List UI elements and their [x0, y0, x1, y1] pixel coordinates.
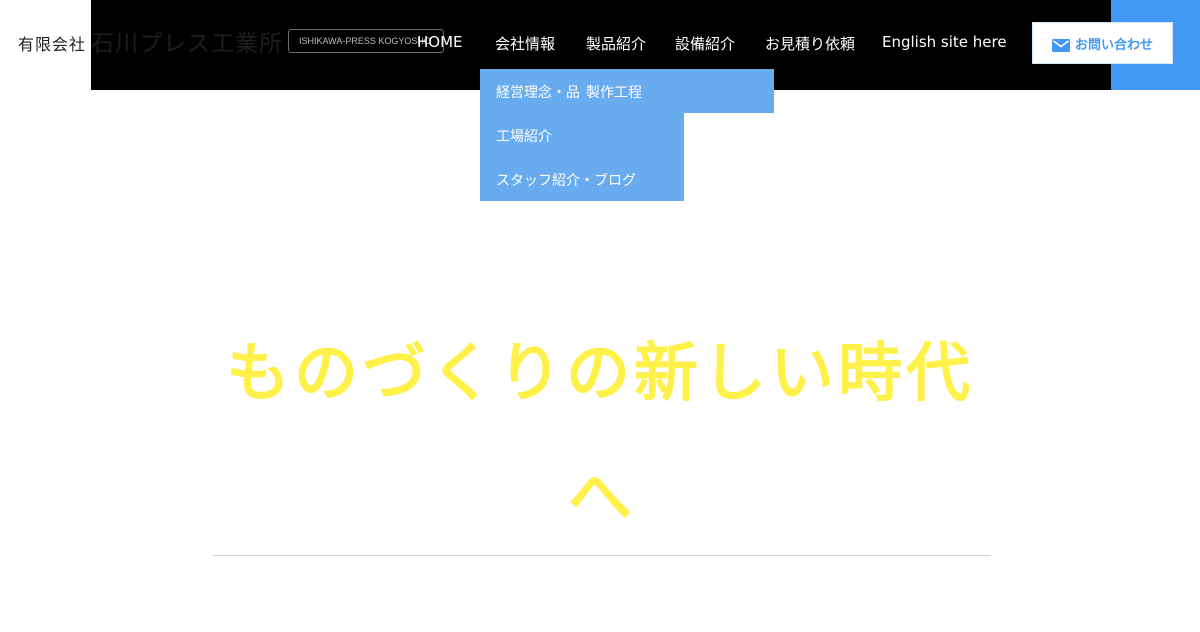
company-logo[interactable]: 石川プレス工業所: [91, 24, 283, 58]
nav-equipment[interactable]: 設備紹介: [675, 33, 735, 54]
dropdown-item-factory[interactable]: 工場紹介: [496, 126, 552, 146]
contact-button-label: お問い合わせ: [1074, 37, 1153, 53]
hero-heading-line2: へ: [568, 460, 632, 535]
contact-button[interactable]: お問い合わせ: [1032, 22, 1173, 64]
nav-company-info[interactable]: 会社情報: [495, 33, 555, 54]
mail-icon: [1051, 37, 1070, 52]
nav-home[interactable]: HOME: [417, 33, 463, 51]
dropdown-item-philosophy[interactable]: 経営理念・品: [496, 82, 580, 102]
dropdown-item-process[interactable]: 製作工程: [586, 82, 642, 102]
hero-heading-line1: ものづくりの新しい時代: [226, 336, 974, 411]
hero-divider: [212, 555, 991, 556]
dropdown-item-staff-blog[interactable]: スタッフ紹介・ブログ: [496, 170, 636, 190]
page: 有限会社 石川プレス工業所 ISHIKAWA-PRESS KOGYOSHO HO…: [0, 0, 1200, 632]
company-prefix: 有限会社: [18, 35, 87, 54]
nav-english-site[interactable]: English site here: [882, 33, 1007, 51]
nav-products[interactable]: 製品紹介: [586, 33, 646, 54]
nav-quote-request[interactable]: お見積り依頼: [765, 33, 855, 54]
